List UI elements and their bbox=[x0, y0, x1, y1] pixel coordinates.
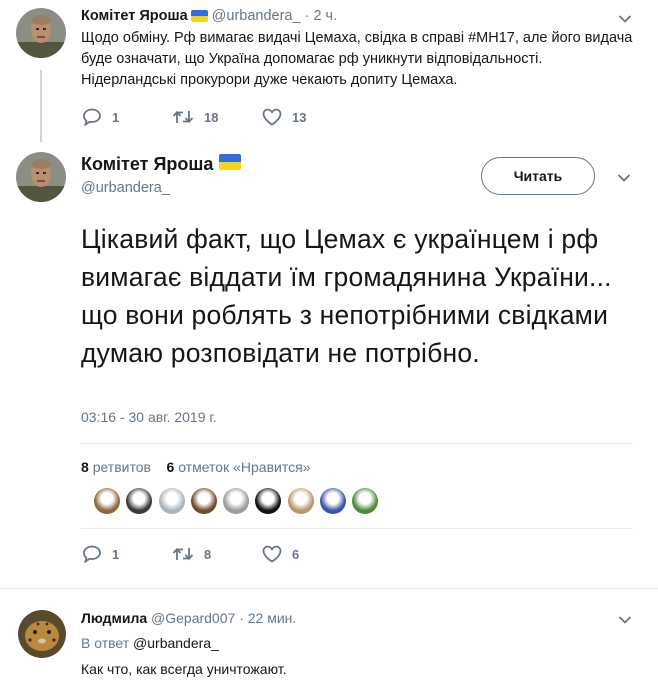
chevron-down-icon[interactable] bbox=[618, 615, 632, 625]
retweets-stat-label: ретвитов bbox=[92, 459, 151, 475]
main-tweet-author-name-text[interactable]: Комітет Яроша bbox=[81, 154, 213, 174]
in-reply-to: В ответ @urbandera_ bbox=[81, 635, 219, 651]
retweets-stat-count: 8 bbox=[81, 459, 89, 475]
main-tweet-handle[interactable]: @urbandera_ bbox=[81, 180, 170, 196]
main-tweet-text: Цікавий факт, що Цемах є українцем і рф … bbox=[81, 224, 612, 368]
chevron-down-icon[interactable] bbox=[617, 173, 631, 183]
liker-avatar[interactable] bbox=[320, 488, 347, 514]
main-tweet-actions: 1 8 6 bbox=[82, 545, 299, 563]
retweet-button[interactable]: 18 bbox=[172, 109, 262, 125]
heart-icon bbox=[262, 108, 282, 126]
reply-icon bbox=[83, 545, 101, 563]
parent-tweet-handle[interactable]: @urbandera_ bbox=[212, 8, 301, 24]
liker-avatar[interactable] bbox=[126, 488, 153, 514]
liker-avatar[interactable] bbox=[287, 488, 314, 514]
reply-tweet-text: Как что, как всегда уничтожают. bbox=[81, 661, 287, 677]
divider bbox=[81, 528, 633, 529]
liker-avatar[interactable] bbox=[223, 488, 250, 514]
reply-tweet-time[interactable]: · 22 мин. bbox=[239, 610, 296, 626]
reply-count: 1 bbox=[112, 109, 120, 125]
likes-stat[interactable]: 6 отметок «Нравится» bbox=[167, 459, 311, 475]
reply-tweet-avatar[interactable] bbox=[18, 610, 66, 658]
liker-avatar[interactable] bbox=[158, 488, 185, 514]
like-button[interactable]: 13 bbox=[262, 108, 306, 126]
retweet-count: 18 bbox=[204, 109, 219, 125]
main-tweet-timestamp[interactable]: 03:16 - 30 авг. 2019 г. bbox=[81, 409, 217, 425]
like-count: 6 bbox=[292, 546, 300, 562]
likes-stat-count: 6 bbox=[166, 459, 175, 475]
retweet-count: 8 bbox=[204, 546, 212, 562]
reply-tweet-header: Людмила @Gepard007 · 22 мин. bbox=[81, 610, 296, 626]
parent-tweet-author-name[interactable]: Комітет Яроша bbox=[81, 8, 188, 24]
liker-avatar[interactable] bbox=[190, 488, 217, 514]
parent-tweet-text: Щодо обміну. Рф вимагає видачі Цемаха, с… bbox=[81, 30, 633, 88]
reply-count: 1 bbox=[112, 546, 120, 562]
likes-stat-label: отметок «Нравится» bbox=[178, 459, 311, 475]
retweet-icon bbox=[172, 547, 194, 561]
liker-avatar[interactable] bbox=[352, 488, 379, 514]
reply-icon bbox=[83, 108, 101, 126]
divider bbox=[81, 443, 633, 444]
reply-tweet-handle[interactable]: @Gepard007 bbox=[151, 610, 235, 626]
follow-button[interactable]: Читать bbox=[481, 157, 595, 195]
chevron-down-icon[interactable] bbox=[618, 14, 632, 24]
like-count: 13 bbox=[292, 109, 307, 125]
in-reply-to-prefix: В ответ bbox=[81, 635, 130, 651]
reply-button[interactable]: 1 bbox=[82, 108, 172, 126]
in-reply-to-handle[interactable]: @urbandera_ bbox=[133, 635, 219, 651]
likers-avatars bbox=[94, 488, 385, 514]
reply-tweet-author-name[interactable]: Людмила bbox=[81, 610, 147, 626]
parent-tweet-actions: 1 18 13 bbox=[82, 108, 306, 126]
reply-button[interactable]: 1 bbox=[82, 545, 172, 563]
main-tweet-author-name[interactable]: Комітет Яроша bbox=[81, 154, 245, 175]
heart-icon bbox=[262, 545, 282, 563]
ukraine-flag-icon bbox=[190, 10, 208, 22]
retweets-stat[interactable]: 8 ретвитов bbox=[81, 459, 151, 475]
parent-tweet-header: Комітет Яроша @urbandera_ · 2 ч. bbox=[81, 8, 337, 24]
thread-connector-line bbox=[40, 70, 42, 142]
divider bbox=[0, 588, 658, 589]
liker-avatar[interactable] bbox=[94, 488, 120, 514]
liker-avatar[interactable] bbox=[255, 488, 282, 514]
like-button[interactable]: 6 bbox=[262, 545, 299, 563]
ukraine-flag-icon bbox=[219, 154, 242, 170]
retweet-button[interactable]: 8 bbox=[172, 546, 262, 562]
parent-tweet-time[interactable]: · 2 ч. bbox=[305, 8, 338, 24]
retweet-icon bbox=[172, 110, 194, 124]
parent-tweet-avatar[interactable] bbox=[16, 8, 66, 58]
main-tweet-avatar[interactable] bbox=[16, 152, 66, 202]
engagement-stats: 8 ретвитов 6 отметок «Нравится» bbox=[81, 459, 310, 475]
